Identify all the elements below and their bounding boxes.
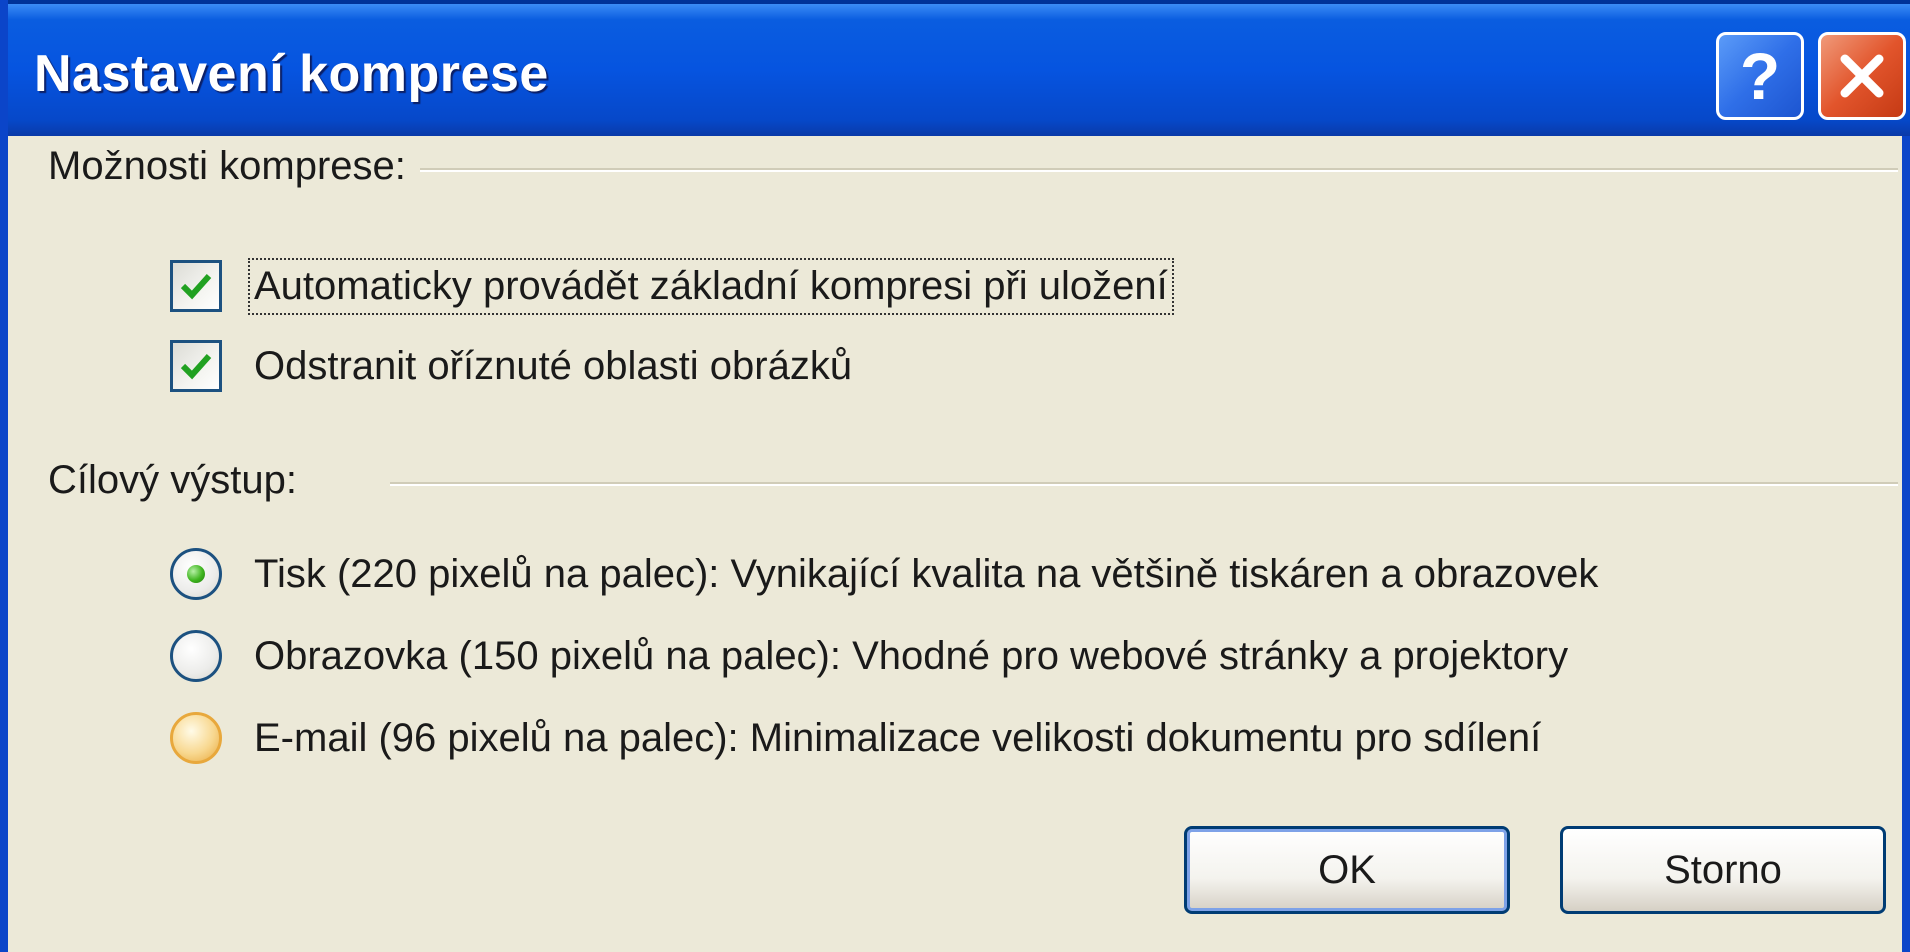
delete-cropped-option[interactable]: Odstranit oříznuté oblasti obrázků xyxy=(170,336,852,396)
screen-output-option[interactable]: Obrazovka (150 pixelů na palec): Vhodné … xyxy=(170,626,1568,686)
cancel-button-label: Storno xyxy=(1664,847,1782,892)
dialog-title: Nastavení komprese xyxy=(34,45,549,103)
auto-compress-option[interactable]: Automaticky provádět základní kompresi p… xyxy=(170,256,1174,316)
ok-button[interactable]: OK xyxy=(1184,826,1510,914)
close-icon xyxy=(1840,54,1884,98)
question-mark-icon: ? xyxy=(1739,39,1781,113)
ok-button-label: OK xyxy=(1318,847,1376,892)
print-output-label[interactable]: Tisk (220 pixelů na palec): Vynikající k… xyxy=(254,552,1598,597)
screen-output-label[interactable]: Obrazovka (150 pixelů na palec): Vhodné … xyxy=(254,634,1568,679)
auto-compress-label[interactable]: Automaticky provádět základní kompresi p… xyxy=(248,257,1174,315)
target-output-heading: Cílový výstup: xyxy=(48,458,297,502)
auto-compress-checkbox[interactable] xyxy=(170,260,222,312)
delete-cropped-checkbox[interactable] xyxy=(170,340,222,392)
checkmark-icon xyxy=(180,353,212,380)
group-divider xyxy=(390,482,1898,486)
close-button[interactable] xyxy=(1818,32,1906,120)
delete-cropped-label[interactable]: Odstranit oříznuté oblasti obrázků xyxy=(254,344,852,389)
compression-settings-dialog: Nastavení komprese ? Možnosti komprese: … xyxy=(0,0,1910,952)
cancel-button[interactable]: Storno xyxy=(1560,826,1886,914)
print-output-option[interactable]: Tisk (220 pixelů na palec): Vynikající k… xyxy=(170,544,1598,604)
help-button[interactable]: ? xyxy=(1716,32,1804,120)
dialog-content: Možnosti komprese: Automaticky provádět … xyxy=(8,136,1910,952)
screen-radio[interactable] xyxy=(170,630,222,682)
checkmark-icon xyxy=(180,273,212,300)
radio-selected-dot xyxy=(187,565,205,583)
email-output-label[interactable]: E-mail (96 pixelů na palec): Minimalizac… xyxy=(254,716,1541,761)
email-output-option[interactable]: E-mail (96 pixelů na palec): Minimalizac… xyxy=(170,708,1541,768)
email-radio[interactable] xyxy=(170,712,222,764)
group-divider xyxy=(420,168,1898,172)
print-radio[interactable] xyxy=(170,548,222,600)
compression-options-heading: Možnosti komprese: xyxy=(48,144,406,188)
title-bar[interactable]: Nastavení komprese ? xyxy=(8,0,1910,136)
